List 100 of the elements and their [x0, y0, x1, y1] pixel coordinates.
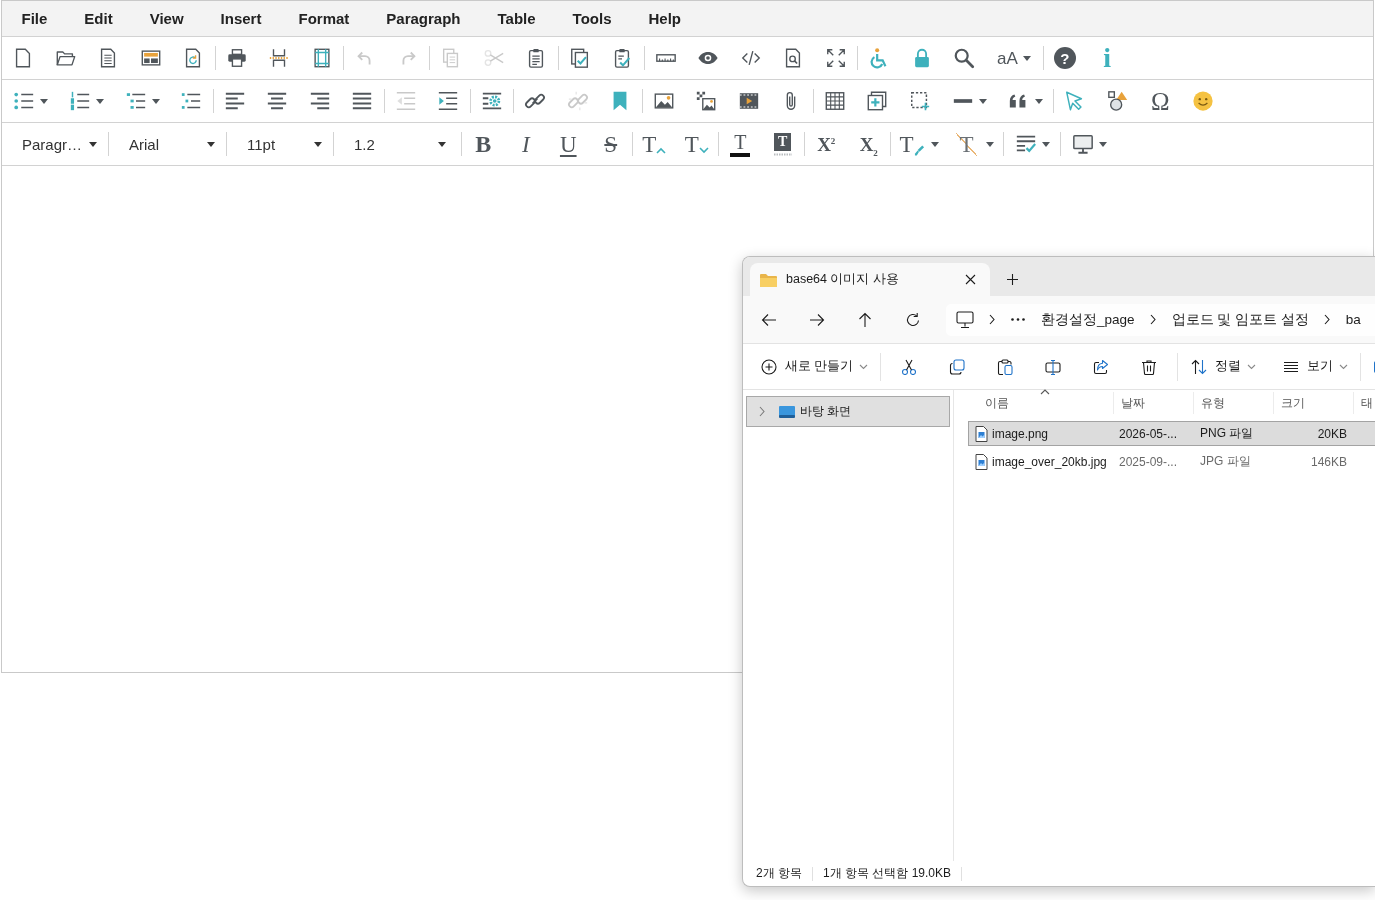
- align-right-icon: [308, 90, 331, 112]
- breadcrumb[interactable]: ba: [1345, 312, 1361, 327]
- chevron-down-icon: [1247, 363, 1257, 370]
- add-box-icon: [866, 90, 889, 112]
- subscript-button[interactable]: X$_{2}$: [847, 127, 890, 161]
- highlight-button[interactable]: T: [761, 127, 804, 161]
- menu-item[interactable]: Paragraph: [367, 4, 479, 33]
- column-header[interactable]: 이름: [968, 392, 1113, 414]
- list-check-icon: [1014, 133, 1037, 155]
- rename-icon: [1045, 358, 1062, 375]
- menu-item[interactable]: Tools: [554, 4, 630, 33]
- breadcrumb[interactable]: 업로드 및 임포트 설정: [1171, 310, 1309, 329]
- dashed-selection-icon: [908, 90, 931, 112]
- caret-icon: [95, 98, 104, 104]
- menu-item[interactable]: View: [131, 4, 203, 33]
- command-button[interactable]: 새로 만들기: [752, 350, 877, 383]
- menu-item[interactable]: File: [3, 4, 66, 33]
- superscript-button[interactable]: X$^{2}$: [805, 127, 848, 161]
- command-button[interactable]: 보기: [1274, 350, 1357, 383]
- font-shrink-button[interactable]: T: [675, 127, 718, 161]
- caret-icon: [985, 141, 994, 147]
- caret-icon: [1022, 55, 1031, 61]
- status-text: 1개 항목 선택함 19.0KB: [823, 865, 952, 882]
- image-file-icon: [975, 425, 988, 442]
- smiley-icon: [1191, 90, 1214, 112]
- printer-icon: [225, 47, 248, 69]
- column-header[interactable]: 날짜: [1113, 392, 1193, 414]
- column-header[interactable]: 태: [1353, 392, 1375, 414]
- chevron-right-icon: [759, 406, 765, 417]
- bold-button[interactable]: B: [462, 127, 505, 161]
- dropdown[interactable]: Paragr…: [2, 127, 108, 161]
- chevron-down-icon: [859, 363, 869, 370]
- caret-icon: [314, 141, 322, 147]
- plus-icon: [1006, 273, 1018, 285]
- file-size: 146KB: [1309, 454, 1347, 469]
- document-check-icon: [568, 47, 591, 69]
- fullscreen-icon: [824, 47, 847, 69]
- tab[interactable]: base64 이미지 사용: [750, 263, 990, 296]
- breadcrumb[interactable]: 환경설정_page: [1041, 310, 1135, 329]
- menu-item[interactable]: Insert: [202, 4, 280, 33]
- chevron-down-icon: [698, 146, 709, 154]
- strikethrough-button[interactable]: S: [589, 127, 632, 161]
- menu-item[interactable]: Format: [279, 4, 368, 33]
- file-type: JPG 파일: [1199, 453, 1252, 470]
- share-icon: [1093, 358, 1110, 375]
- image-file-icon: [975, 453, 988, 470]
- desktop-folder-icon: [779, 405, 795, 418]
- arrow-right-icon: [809, 311, 825, 328]
- refresh-icon: [905, 311, 921, 328]
- file-row[interactable]: image_over_20kb.jpg 2025-09-... JPG 파일 146KB: [968, 449, 1375, 474]
- caret-icon: [1041, 141, 1050, 147]
- page-break-icon: [268, 47, 291, 69]
- menu-item[interactable]: Table: [479, 4, 555, 33]
- chevron-right-icon: [1149, 314, 1156, 325]
- file-date: 2026-05-...: [1118, 426, 1179, 441]
- help-button[interactable]: ?: [1043, 41, 1086, 75]
- scissors-icon: [901, 358, 918, 375]
- indent-icon: [437, 90, 460, 112]
- status-text: 2개 항목: [756, 865, 802, 882]
- address-bar[interactable]: 환경설정_page 업로드 및 임포트 설정 ba: [946, 303, 1375, 336]
- caret-icon: [1098, 141, 1107, 147]
- menu-item[interactable]: Help: [630, 4, 700, 33]
- chevron-right-icon: [1323, 314, 1330, 325]
- align-justify-icon: [351, 90, 374, 112]
- caret-icon: [1034, 98, 1043, 104]
- file-row[interactable]: image.png 2026-05-... PNG 파일 20KB: [968, 421, 1375, 446]
- nav-item[interactable]: 바탕 화면: [746, 396, 950, 427]
- text-size-button[interactable]: aA: [985, 41, 1043, 75]
- layout-icon: [139, 47, 162, 69]
- sort-caret-icon: [1040, 389, 1050, 395]
- chevron-right-icon: [989, 314, 995, 325]
- command-button[interactable]: 정렬: [1182, 350, 1265, 383]
- dropdown[interactable]: 1.2: [334, 127, 457, 161]
- special-character-button[interactable]: Ω: [1139, 84, 1182, 118]
- column-header[interactable]: 크기: [1273, 392, 1353, 414]
- column-header[interactable]: 유형: [1193, 392, 1273, 414]
- color-bar-icon: [730, 152, 751, 157]
- outline-list-icon: [180, 90, 203, 112]
- numbered-list-icon: [68, 90, 91, 112]
- format-painter-button[interactable]: T: [891, 127, 947, 161]
- close-icon: [964, 274, 976, 285]
- align-center-icon: [266, 90, 289, 112]
- dropdown[interactable]: 11pt: [227, 127, 333, 161]
- shapes-icon: [1106, 90, 1129, 112]
- caret-icon: [151, 98, 160, 104]
- italic-button[interactable]: I: [504, 127, 547, 161]
- underline-button[interactable]: U: [547, 127, 590, 161]
- text-color-button[interactable]: T: [719, 127, 762, 161]
- align-left-icon: [223, 90, 246, 112]
- search-icon: [953, 47, 976, 69]
- dropdown[interactable]: Arial: [109, 127, 226, 161]
- monitor-icon: [956, 311, 974, 328]
- font-grow-button[interactable]: T: [633, 127, 676, 161]
- monitor-icon: [1071, 133, 1094, 155]
- copy-icon: [949, 358, 966, 375]
- gear-lines-icon: [480, 90, 503, 112]
- menu-item[interactable]: Edit: [65, 4, 132, 33]
- film-icon: [737, 90, 760, 112]
- clipboard-icon: [997, 358, 1014, 375]
- file-type: PNG 파일: [1199, 425, 1255, 442]
